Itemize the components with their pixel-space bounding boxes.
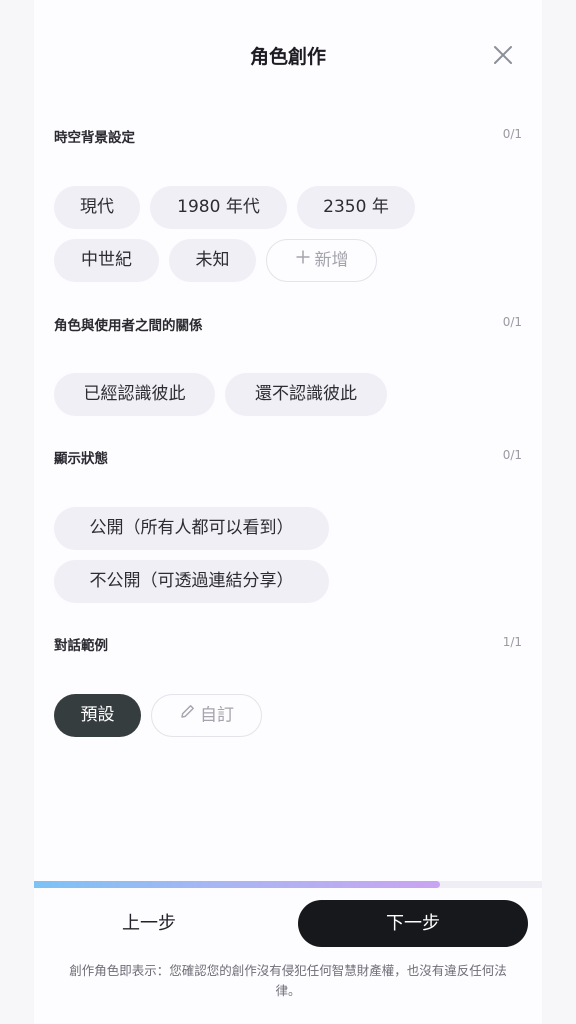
section-time-setting: 時空背景設定 0/1 現代 1980 年代 2350 年 中世紀 未知 新增 <box>54 126 522 282</box>
plus-icon <box>295 240 311 281</box>
chip-already-know[interactable]: 已經認識彼此 <box>54 373 215 416</box>
progress-fill <box>34 881 441 888</box>
page-title: 角色創作 <box>249 46 326 68</box>
close-icon[interactable] <box>490 42 516 68</box>
character-creation-sheet: 角色創作 時空背景設定 0/1 現代 1980 年代 2350 年 中世紀 未知… <box>34 0 542 1024</box>
section-title: 顯示狀態 <box>54 451 108 467</box>
chip-label: 還不認識彼此 <box>255 384 357 404</box>
section-count: 0/1 <box>502 127 522 141</box>
chip-not-yet-know[interactable]: 還不認識彼此 <box>225 373 387 416</box>
previous-step-button[interactable]: 上一步 <box>84 900 214 947</box>
chip-label: 新增 <box>314 250 349 271</box>
section-count: 0/1 <box>502 448 522 462</box>
custom-dialogue-button[interactable]: 自訂 <box>151 694 262 737</box>
chip-default-selected[interactable]: 預設 <box>54 694 141 737</box>
add-setting-button[interactable]: 新增 <box>266 239 377 282</box>
section-title: 時空背景設定 <box>54 130 135 146</box>
chip-label: 公開（所有人都可以看到） <box>89 518 294 538</box>
chip-2350[interactable]: 2350 年 <box>297 186 415 229</box>
section-relationship: 角色與使用者之間的關係 0/1 已經認識彼此 還不認識彼此 <box>54 314 522 416</box>
chip-label: 不公開（可透過連結分享） <box>89 571 294 591</box>
header: 角色創作 <box>34 0 542 112</box>
chip-medieval[interactable]: 中世紀 <box>54 239 159 282</box>
section-visibility: 顯示狀態 0/1 公開（所有人都可以看到） 不公開（可透過連結分享） <box>54 447 522 603</box>
chip-label: 2350 年 <box>323 197 389 217</box>
chip-label: 未知 <box>195 250 230 270</box>
disclaimer-text: 創作角色即表示：您確認您的創作沒有侵犯任何智慧財產權，也沒有違反任何法律。 <box>69 963 507 998</box>
section-title: 角色與使用者之間的關係 <box>54 318 203 334</box>
chip-label: 已經認識彼此 <box>83 384 186 404</box>
chip-label: 現代 <box>80 197 114 217</box>
pencil-icon <box>179 695 196 736</box>
chip-unknown[interactable]: 未知 <box>169 239 256 282</box>
section-title: 對話範例 <box>54 638 108 654</box>
section-count: 0/1 <box>502 315 522 329</box>
chip-1980s[interactable]: 1980 年代 <box>150 186 287 229</box>
chip-private[interactable]: 不公開（可透過連結分享） <box>54 560 329 603</box>
chip-label: 1980 年代 <box>177 197 260 217</box>
chip-public[interactable]: 公開（所有人都可以看到） <box>54 507 329 550</box>
section-count: 1/1 <box>502 635 522 649</box>
chip-label: 預設 <box>80 705 115 725</box>
chip-label: 自訂 <box>200 705 234 726</box>
next-step-button[interactable]: 下一步 <box>298 900 528 947</box>
chip-label: 中世紀 <box>81 250 132 270</box>
section-dialogue-example: 對話範例 1/1 預設 自訂 <box>54 634 522 737</box>
chip-modern[interactable]: 現代 <box>54 186 140 229</box>
progress-bar <box>34 881 542 888</box>
